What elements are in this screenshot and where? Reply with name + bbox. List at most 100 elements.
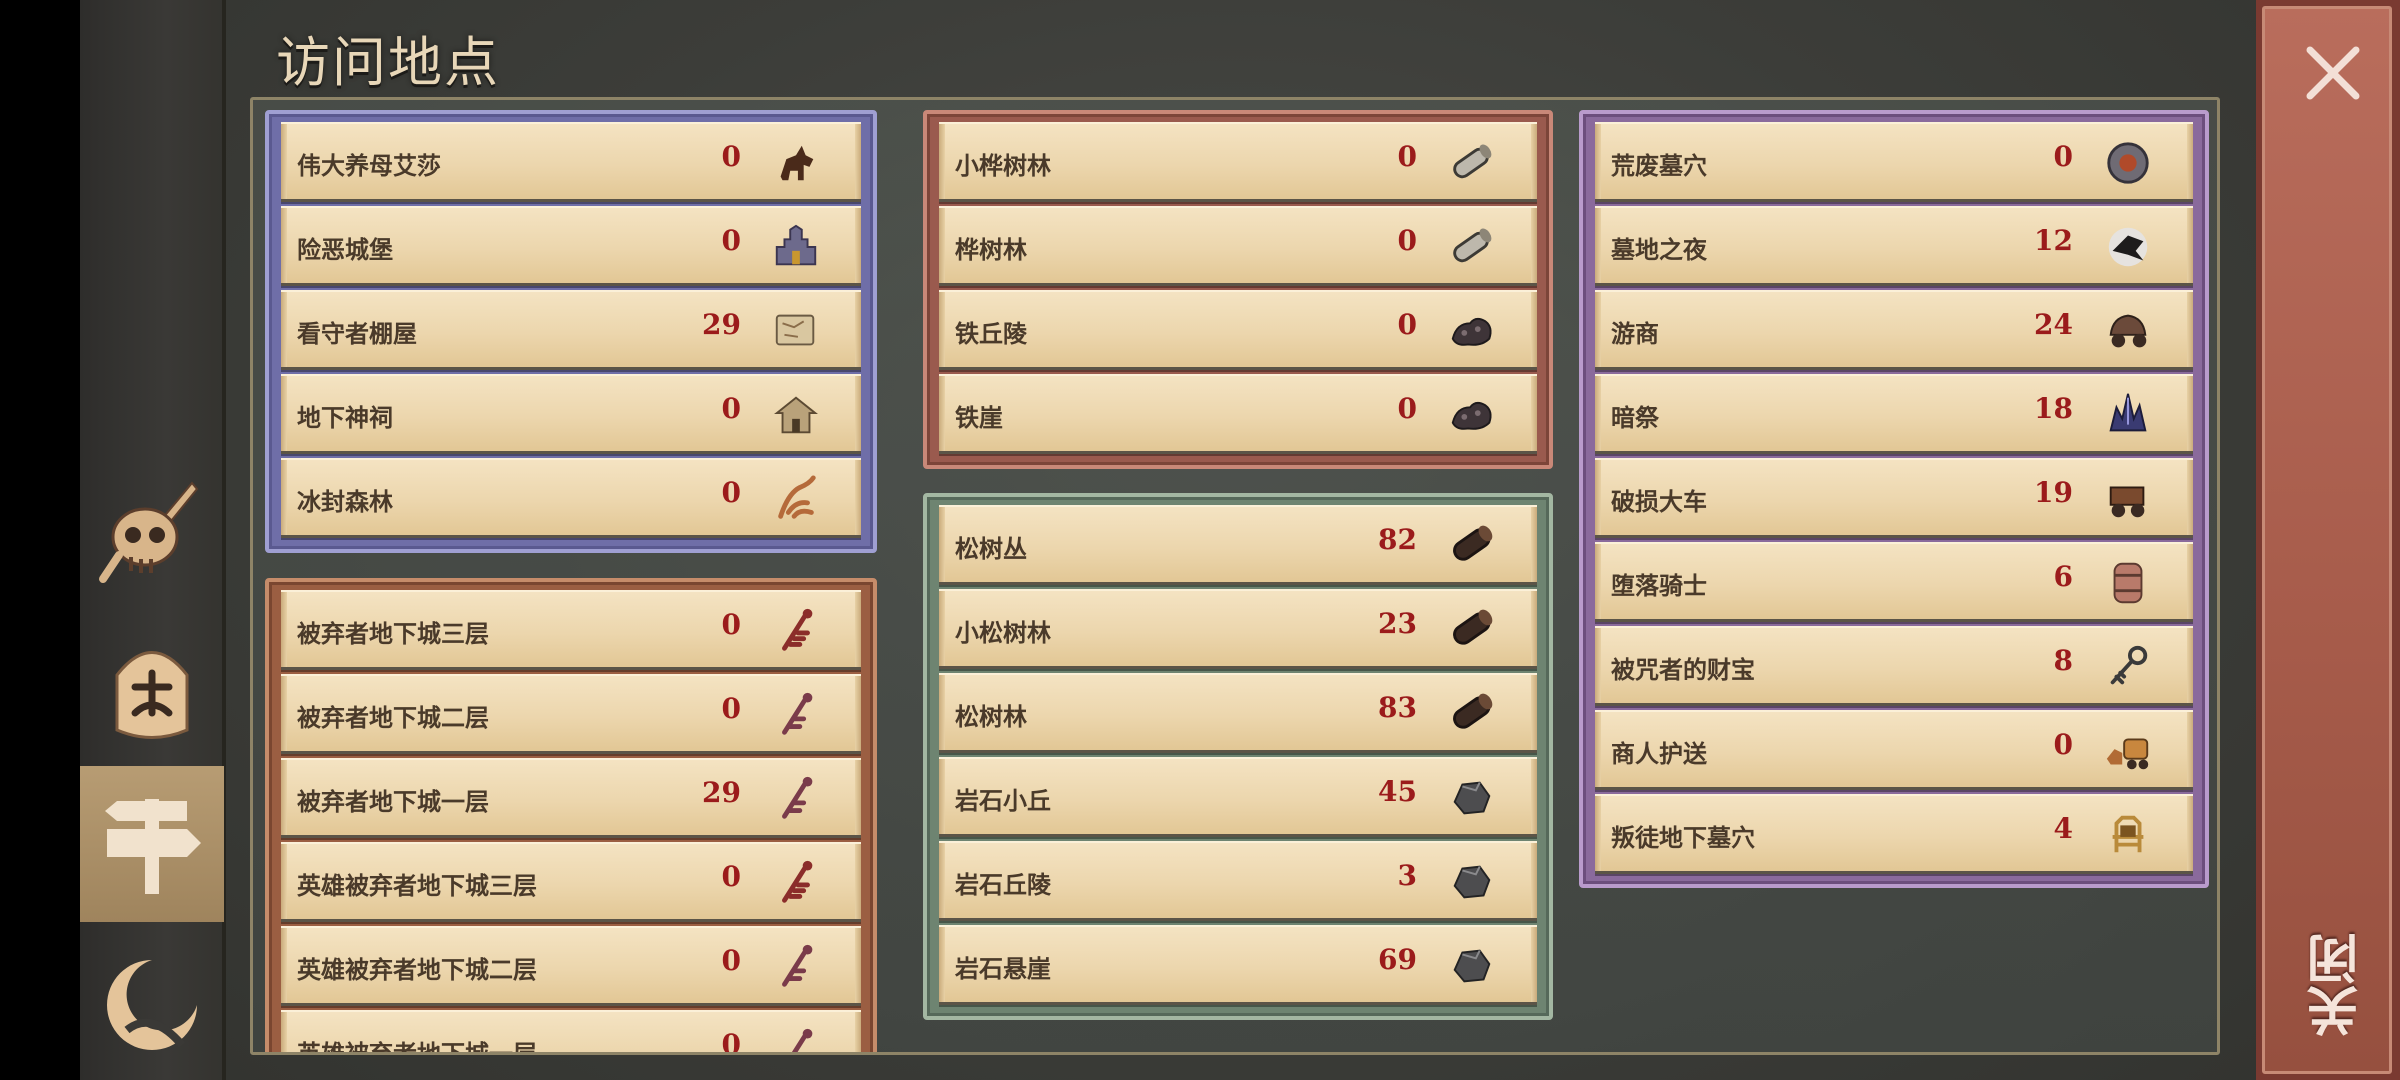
tab-moon[interactable] [80, 940, 224, 1070]
location-row[interactable]: 松树丛 82 [939, 505, 1537, 585]
location-row[interactable]: 被咒者的财宝 8 [1595, 626, 2193, 706]
location-count: 0 [1397, 224, 1417, 257]
location-count: 29 [702, 308, 741, 341]
location-row[interactable]: 商人护送 0 [1595, 710, 2193, 790]
location-row[interactable]: 铁丘陵 0 [939, 290, 1537, 370]
location-count: 6 [2053, 560, 2073, 593]
double-key-icon [782, 692, 813, 735]
location-row[interactable]: 岩石小丘 45 [939, 757, 1537, 837]
location-row[interactable]: 荒废墓穴 0 [1595, 122, 2193, 202]
location-count: 19 [2034, 476, 2073, 509]
page-title: 访问地点 [276, 31, 500, 94]
key-icon [2110, 645, 2148, 685]
pine-log-icon [1453, 693, 1493, 729]
location-name: 松树丛 [955, 535, 1027, 563]
location-row[interactable]: 叛徒地下墓穴 4 [1595, 794, 2193, 874]
double-key-icon [782, 944, 813, 987]
tab-emblem[interactable] [80, 630, 224, 750]
location-name: 铁丘陵 [955, 320, 1027, 348]
location-row[interactable]: 墓地之夜 12 [1595, 206, 2193, 286]
location-name: 小桦树林 [955, 152, 1051, 180]
location-group-blue: 伟大养母艾莎 0 险恶城堡 0 看守者棚屋 29 地下神祠 0 冰封森林 0 [265, 110, 877, 553]
location-name: 被弃者地下城三层 [297, 620, 489, 648]
location-row[interactable]: 英雄被弃者地下城一层 0 [281, 1010, 861, 1055]
caravan-icon [2106, 738, 2149, 770]
location-row[interactable]: 岩石悬崖 69 [939, 925, 1537, 1005]
location-row[interactable]: 松树林 83 [939, 673, 1537, 753]
location-name: 被弃者地下城二层 [297, 704, 489, 732]
location-count: 29 [702, 776, 741, 809]
location-row[interactable]: 堕落骑士 6 [1595, 542, 2193, 622]
pine-log-icon [1453, 525, 1493, 561]
location-row[interactable]: 英雄被弃者地下城三层 0 [281, 842, 861, 922]
location-name: 英雄被弃者地下城一层 [297, 1040, 537, 1055]
location-name: 英雄被弃者地下城二层 [297, 956, 537, 984]
location-group-green: 松树丛 82 小松树林 23 松树林 83 岩石小丘 45 岩石丘陵 3 岩石悬崖 69 [923, 493, 1553, 1020]
triple-key-icon [782, 608, 813, 651]
location-count: 0 [721, 392, 741, 425]
birch-log-icon [1453, 228, 1492, 263]
location-row[interactable]: 地下神祠 0 [281, 374, 861, 454]
horse-icon [780, 145, 814, 181]
location-row[interactable]: 被弃者地下城一层 29 [281, 758, 861, 838]
crystal-icon [2109, 393, 2147, 432]
location-name: 堕落骑士 [1611, 572, 1707, 600]
location-count: 83 [1378, 691, 1417, 724]
location-row[interactable]: 英雄被弃者地下城二层 0 [281, 926, 861, 1006]
location-count: 0 [721, 608, 741, 641]
location-name: 墓地之夜 [1611, 236, 1707, 264]
location-row[interactable]: 破损大车 19 [1595, 458, 2193, 538]
location-count: 0 [1397, 308, 1417, 341]
signpost-icon [105, 799, 201, 894]
location-group-red: 小桦树林 0 桦树林 0 铁丘陵 0 铁崖 0 [923, 110, 1553, 469]
location-row[interactable]: 伟大养母艾莎 0 [281, 122, 861, 202]
location-name: 暗祭 [1611, 404, 1659, 432]
location-row[interactable]: 被弃者地下城二层 0 [281, 674, 861, 754]
location-name: 伟大养母艾莎 [297, 152, 441, 180]
close-panel[interactable] [2262, 6, 2392, 1074]
location-count: 18 [2034, 392, 2073, 425]
location-count: 0 [721, 692, 741, 725]
location-name: 游商 [1611, 320, 1659, 348]
location-count: 12 [2034, 224, 2073, 257]
skull-sword-icon [99, 481, 199, 583]
close-x-icon[interactable] [2298, 38, 2368, 108]
location-name: 地下神祠 [297, 404, 393, 432]
tab-skull[interactable] [80, 470, 224, 590]
stone-icon [1453, 865, 1491, 899]
location-name: 铁崖 [955, 404, 1003, 432]
map-scroll-icon [775, 314, 815, 346]
location-row[interactable]: 桦树林 0 [939, 206, 1537, 286]
location-count: 45 [1378, 775, 1417, 808]
iron-ore-icon [1451, 317, 1492, 346]
location-row[interactable]: 小松树林 23 [939, 589, 1537, 669]
location-count: 8 [2053, 644, 2073, 677]
location-count: 0 [721, 1028, 741, 1055]
location-name: 被弃者地下城一层 [297, 788, 489, 816]
stone-icon [1453, 949, 1491, 983]
location-name: 冰封森林 [297, 488, 393, 516]
location-row[interactable]: 小桦树林 0 [939, 122, 1537, 202]
location-count: 0 [721, 224, 741, 257]
location-row[interactable]: 岩石丘陵 3 [939, 841, 1537, 921]
location-name: 岩石小丘 [955, 787, 1051, 815]
location-row[interactable]: 铁崖 0 [939, 374, 1537, 454]
location-row[interactable]: 暗祭 18 [1595, 374, 2193, 454]
location-row[interactable]: 险恶城堡 0 [281, 206, 861, 286]
stone-icon [1453, 781, 1491, 815]
location-name: 岩石悬崖 [955, 955, 1051, 983]
location-row[interactable]: 游商 24 [1595, 290, 2193, 370]
throne-icon [2112, 815, 2144, 853]
location-count: 0 [1397, 140, 1417, 173]
location-name: 破损大车 [1611, 488, 1707, 516]
location-row[interactable]: 被弃者地下城三层 0 [281, 590, 861, 670]
tab-locations[interactable] [80, 766, 224, 922]
castle-icon [775, 224, 817, 266]
wagon-icon [2109, 314, 2147, 348]
location-name: 英雄被弃者地下城三层 [297, 872, 537, 900]
location-row[interactable]: 看守者棚屋 29 [281, 290, 861, 370]
double-key-icon [791, 1028, 813, 1052]
close-label[interactable]: 关闭 [2300, 920, 2368, 1050]
location-count: 23 [1378, 607, 1417, 640]
location-row[interactable]: 冰封森林 0 [281, 458, 861, 538]
